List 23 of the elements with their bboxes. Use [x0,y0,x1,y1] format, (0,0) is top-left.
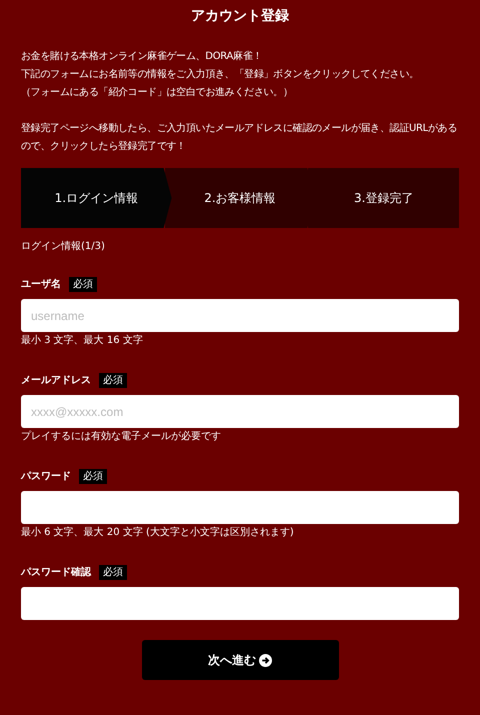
next-button[interactable]: 次へ進む [142,640,338,680]
hint-text: プレイするには有効な電子メールが必要です [21,430,222,444]
section-heading: ログイン情報(1/3) [21,240,106,254]
required-badge: 必須 [79,468,107,484]
hint-text: 最小 6 文字、最大 20 文字 (大文字と小文字は区別されます) [21,526,295,540]
intro-text: （フォームにある「紹介コード」は空白でお進みください。） [21,86,294,100]
arrow-right-icon [259,654,272,666]
required-badge: 必須 [69,276,97,292]
required-badge: 必須 [99,564,127,580]
hint-text: 最小 3 文字、最大 16 文字 [21,334,144,348]
input-field[interactable]: username [21,299,459,332]
required-badge: 必須 [99,372,127,388]
field-label: メールアドレス [21,374,91,387]
intro-text: 下記のフォームにお名前等の情報をご入力頂き、「登録」ボタンをクリックしてください。 [21,68,420,82]
field-label: ユーザ名 [21,278,61,291]
field-label: パスワード確認 [21,566,91,579]
field-label: パスワード [21,470,71,483]
input-field[interactable] [21,587,459,620]
page-title: アカウント登録 [190,7,290,26]
intro-text: お金を賭ける本格オンライン麻雀ゲーム、DORA麻雀！ [21,50,264,64]
input-field[interactable]: xxxx@xxxxx.com [21,395,459,428]
input-field[interactable] [21,491,459,524]
notice-text: 登録完了ページへ移動したら、ご入力頂いたメールアドレスに確認のメールが届き、認証URLがあるので、クリックしたら登録完了です！ [21,122,458,154]
